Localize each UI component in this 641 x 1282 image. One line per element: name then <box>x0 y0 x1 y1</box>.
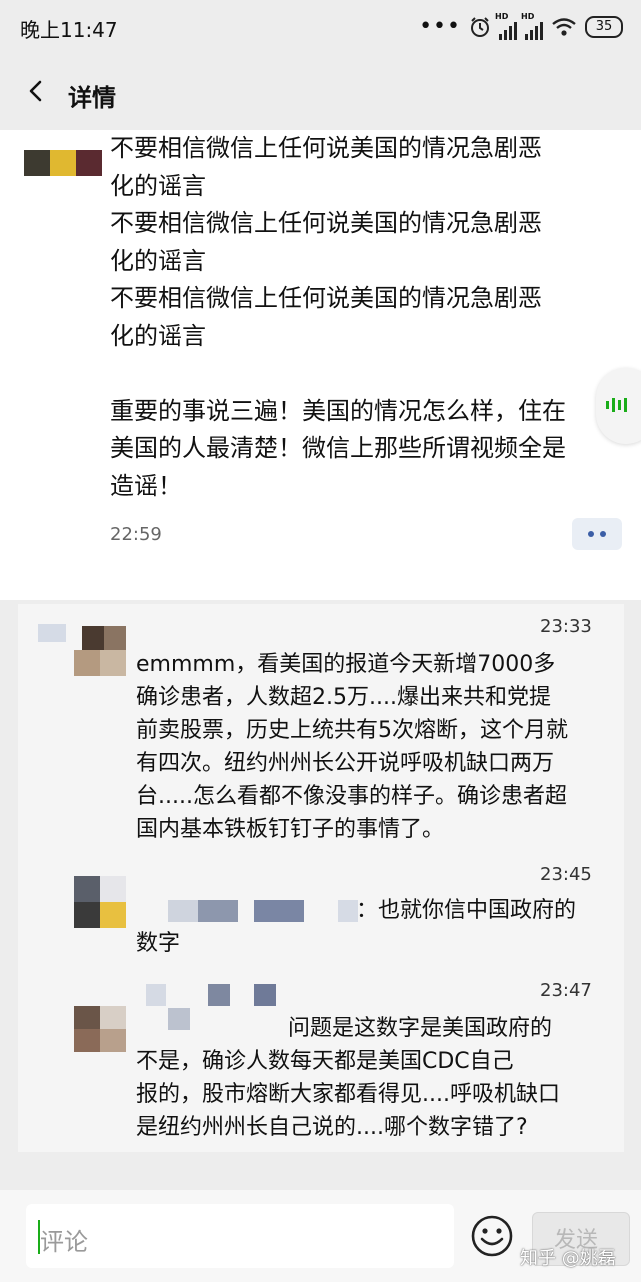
avatar[interactable] <box>74 626 126 676</box>
status-bar: 晚上11:47 ••• HD HD 35 <box>0 0 641 58</box>
comment-text: 问题是这数字是美国政府的 不是，确诊人数每天都是美国CDC自己 报的，股市熔断大… <box>136 1016 560 1140</box>
comment-placeholder: 评论 <box>40 1228 88 1256</box>
post-timestamp: 22:59 <box>110 524 162 545</box>
comment-timestamp: 23:45 <box>540 864 592 885</box>
more-actions-button[interactable] <box>572 518 622 550</box>
hd-label-2: HD <box>521 12 535 21</box>
avatar[interactable] <box>74 876 126 928</box>
voice-float-button[interactable] <box>596 368 641 444</box>
battery-icon: 35 <box>585 16 623 38</box>
wifi-icon <box>552 18 576 36</box>
post-text: 不要相信微信上任何说美国的情况急剧恶 化的谣言 不要相信微信上任何说美国的情况急… <box>110 134 566 500</box>
status-time: 晚上11:47 <box>20 18 118 42</box>
hd-label: HD <box>495 12 509 21</box>
signal-icon: HD <box>495 12 517 40</box>
comment-text: emmmm，看美国的报道今天新增7000多 确诊患者，人数超2.5万....爆出… <box>136 652 568 842</box>
avatar[interactable] <box>74 1006 126 1052</box>
dot <box>600 531 606 537</box>
watermark: 知乎 @姚磊 <box>520 1248 616 1269</box>
dot <box>588 531 594 537</box>
comments-section: 23:33 emmmm，看美国的报道今天新增7000多 确诊患者，人数超2.5万… <box>18 604 624 1152</box>
title-bar: 详情 <box>0 58 641 130</box>
comment-text: ：也就你信中国政府的 数字 <box>136 898 577 956</box>
blurred-name <box>38 624 66 642</box>
voice-wave-icon <box>606 398 627 412</box>
page-title: 详情 <box>68 84 116 112</box>
status-icons: ••• HD HD 35 <box>419 12 623 42</box>
more-dots-icon: ••• <box>419 14 461 39</box>
comment-timestamp: 23:33 <box>540 616 592 637</box>
emoji-icon[interactable] <box>470 1214 514 1258</box>
avatar[interactable] <box>24 150 102 176</box>
back-chevron-icon[interactable] <box>22 76 52 106</box>
signal-icon-2: HD <box>521 12 543 40</box>
alarm-icon <box>471 17 489 37</box>
comment-timestamp: 23:47 <box>540 980 592 1001</box>
comment-input[interactable] <box>26 1204 454 1268</box>
